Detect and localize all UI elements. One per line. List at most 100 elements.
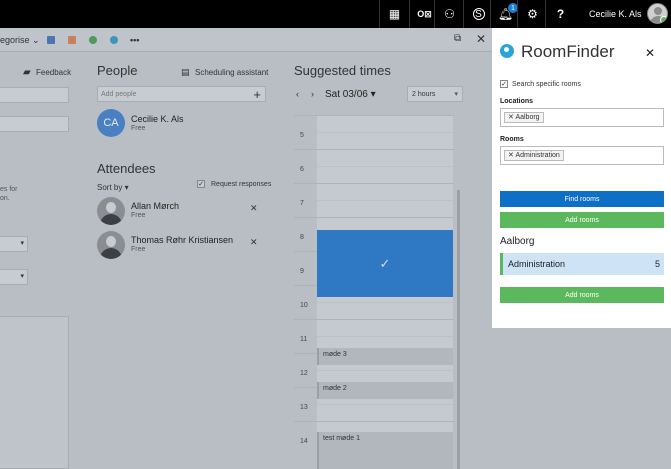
half-hour-divider <box>317 336 453 337</box>
start-select[interactable]: ▾ <box>0 236 28 252</box>
remove-attendee-icon[interactable]: ✕ <box>250 203 258 214</box>
half-hour-divider <box>317 166 453 167</box>
more-button[interactable]: ••• <box>130 35 139 45</box>
half-hour-divider <box>317 200 453 201</box>
request-responses-label: Request responses <box>211 181 272 188</box>
body-editor[interactable] <box>0 316 69 469</box>
hour-divider <box>294 217 454 218</box>
add-rooms-button[interactable]: Add rooms <box>500 212 664 228</box>
hour-divider <box>294 183 454 184</box>
top-bar: ▦ O⊠ ⚇ S 🔔︎ 1 ⚙ ? Cecilie K. Als <box>0 0 671 28</box>
scrollbar[interactable] <box>457 190 460 469</box>
locations-input[interactable]: ✕ Aalborg <box>500 108 664 127</box>
chevron-down-icon: ▾ <box>20 240 24 247</box>
gear-icon[interactable]: ⚙ <box>517 0 547 28</box>
duration-select[interactable]: 2 hours ▾ <box>407 86 463 102</box>
hour-label: 9 <box>300 268 304 275</box>
chevron-left-icon[interactable]: ‹ <box>296 89 299 99</box>
hour-divider <box>294 149 454 150</box>
feedback-button[interactable]: Feedback <box>36 68 71 77</box>
avatar <box>97 197 125 225</box>
plus-icon[interactable]: + <box>253 87 261 102</box>
people-title: People <box>97 63 138 78</box>
bell-icon[interactable]: 🔔︎ 1 <box>490 0 520 28</box>
hour-label: 10 <box>300 302 308 309</box>
roomfinder-title: RoomFinder <box>521 42 615 61</box>
help-icon[interactable]: ? <box>545 0 575 28</box>
categorise-button[interactable]: egorise ⌄ <box>0 35 40 46</box>
half-hour-divider <box>317 302 453 303</box>
calendar-icon[interactable]: ▦ <box>379 0 409 28</box>
roomfinder-panel <box>492 28 671 328</box>
date-picker[interactable]: Sat 03/06 ▾ <box>325 89 376 100</box>
organizer-name: Cecilie K. Als <box>131 114 184 124</box>
calendar-clock-icon: ▤ <box>181 67 190 77</box>
hour-label: 7 <box>300 200 304 207</box>
chat-icon[interactable] <box>89 36 97 44</box>
hour-label: 14 <box>300 438 308 445</box>
organizer-status: Free <box>131 125 146 132</box>
room-name: Administration <box>508 259 566 269</box>
roomfinder-logo-icon <box>500 44 514 58</box>
attendee-name: Thomas Røhr Kristiansen <box>131 235 234 245</box>
feedback-icon[interactable]: ▰ <box>23 67 31 78</box>
presence-icon <box>660 16 667 23</box>
hour-label: 11 <box>300 336 308 343</box>
calendar-event[interactable]: test møde 1 <box>317 432 453 469</box>
attendee-status: Free <box>131 212 146 219</box>
hour-divider <box>294 421 454 422</box>
command-bar: egorise ⌄ ••• ⧉ ✕ <box>0 28 492 52</box>
room-result-row[interactable]: Administration 5 <box>500 253 664 275</box>
subject-input[interactable] <box>0 87 69 103</box>
calendar-event[interactable]: møde 3 <box>317 348 453 365</box>
hour-label: 6 <box>300 166 304 173</box>
mail-icon[interactable] <box>68 36 76 44</box>
calendar-event[interactable]: møde 2 <box>317 382 453 399</box>
remove-attendee-icon[interactable]: ✕ <box>250 237 258 248</box>
selected-time-slot[interactable]: ✓ <box>317 230 453 297</box>
scheduling-assistant-link[interactable]: Scheduling assistant <box>195 68 268 77</box>
half-hour-divider <box>317 370 453 371</box>
search-specific-checkbox[interactable]: ✓ <box>500 80 508 88</box>
rooms-input[interactable]: ✕ Administration <box>500 146 664 165</box>
add-rooms-bottom-button[interactable]: Add rooms <box>500 287 664 303</box>
chevron-down-icon: ▾ <box>20 273 24 280</box>
word-icon[interactable] <box>47 36 55 44</box>
attendee-status: Free <box>131 246 146 253</box>
add-people-input[interactable]: Add people + <box>97 86 266 102</box>
check-icon: ✓ <box>379 255 391 271</box>
location-tag[interactable]: ✕ Aalborg <box>504 112 544 123</box>
avatar <box>97 231 125 259</box>
half-hour-divider <box>317 132 453 133</box>
close-icon[interactable]: ✕ <box>645 46 655 60</box>
partial-text-2: on. <box>0 195 10 202</box>
attendees-title: Attendees <box>97 161 156 176</box>
hour-label: 8 <box>300 234 304 241</box>
rooms-label: Rooms <box>500 136 524 143</box>
find-rooms-button[interactable]: Find rooms <box>500 191 664 207</box>
location-input[interactable] <box>0 116 69 132</box>
popout-icon[interactable]: ⧉ <box>454 33 461 44</box>
chevron-right-icon[interactable]: › <box>311 89 314 99</box>
search-specific-label: Search specific rooms <box>512 81 581 88</box>
avatar[interactable] <box>647 3 668 24</box>
hour-label: 5 <box>300 132 304 139</box>
room-capacity: 5 <box>654 259 660 269</box>
hour-divider <box>294 115 454 116</box>
chevron-down-icon: ▾ <box>454 91 458 98</box>
half-hour-divider <box>317 404 453 405</box>
avatar: CA <box>97 109 125 137</box>
city-heading: Aalborg <box>500 236 535 247</box>
partial-text-1: es for <box>0 186 18 193</box>
skype-icon[interactable]: S <box>463 0 493 28</box>
hour-label: 12 <box>300 370 308 377</box>
sort-by-dropdown[interactable]: Sort by ▾ <box>97 183 129 192</box>
room-tag[interactable]: ✕ Administration <box>504 150 564 161</box>
hour-divider <box>294 319 454 320</box>
roomfinder-icon[interactable] <box>110 36 118 44</box>
people-icon[interactable]: ⚇ <box>434 0 464 28</box>
end-select[interactable]: ▾ <box>0 269 28 285</box>
request-responses-checkbox[interactable]: ✓ <box>197 180 205 188</box>
hour-label: 13 <box>300 404 308 411</box>
close-icon[interactable]: ✕ <box>476 32 486 46</box>
